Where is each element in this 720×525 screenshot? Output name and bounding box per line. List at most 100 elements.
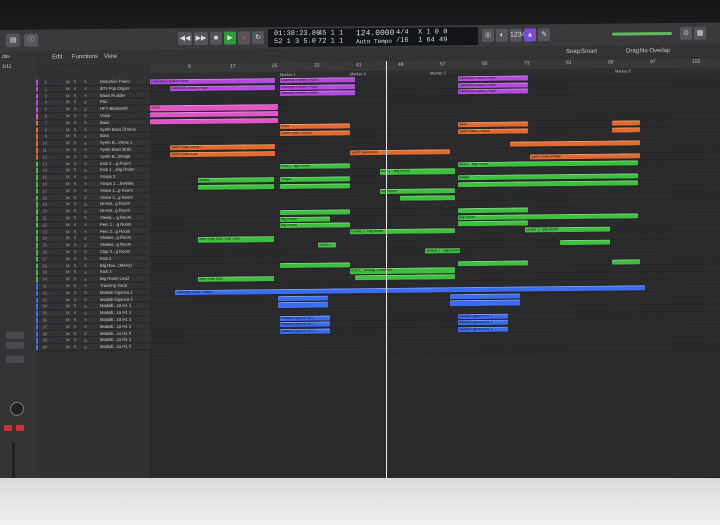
record-enable-icon[interactable] <box>84 155 87 159</box>
region[interactable]: Madalli Ogunca H1 1 <box>458 326 508 333</box>
region[interactable] <box>280 209 350 216</box>
record-enable-icon[interactable] <box>84 223 87 227</box>
mute-solo-buttons[interactable]: M S <box>66 188 78 194</box>
region[interactable]: Shkr Shkr Shkr <box>198 276 274 283</box>
record-enable-icon[interactable] <box>84 284 87 288</box>
mute-solo-buttons[interactable]: M S <box>66 181 78 187</box>
inspector-button-c[interactable] <box>6 355 24 363</box>
note-pad-button[interactable]: ✎ <box>538 28 550 42</box>
functions-menu[interactable]: Functions <box>72 54 98 60</box>
region[interactable] <box>278 295 328 302</box>
mute-solo-buttons[interactable]: M S <box>66 202 78 208</box>
record-enable-icon[interactable] <box>84 202 87 206</box>
region[interactable] <box>400 195 455 201</box>
record-enable-icon[interactable] <box>84 331 87 336</box>
stop-button[interactable]: ■ <box>210 31 222 45</box>
record-enable-icon[interactable] <box>84 311 87 315</box>
volume-fader[interactable] <box>12 441 15 482</box>
region[interactable] <box>612 120 640 126</box>
mute-solo-buttons[interactable]: M S <box>66 208 78 214</box>
record-enable-icon[interactable] <box>84 107 87 111</box>
mute-solo-buttons[interactable]: M S <box>66 344 78 350</box>
mute-solo-buttons[interactable]: M S <box>66 256 78 262</box>
region[interactable]: Shkr Shkr Shkr Shkr Shkr <box>198 236 274 243</box>
region[interactable]: Snare 2 <box>318 242 336 248</box>
record-enable-icon[interactable] <box>84 270 87 274</box>
mute-solo-buttons[interactable]: M S <box>66 317 78 323</box>
mute-solo-buttons[interactable]: M S <box>66 127 78 133</box>
record-enable-icon[interactable] <box>84 168 87 172</box>
region[interactable]: Hi-Hat 2 - Big Room <box>350 228 455 235</box>
record-enable-icon[interactable] <box>84 182 87 186</box>
play-button[interactable]: ▶ <box>224 31 236 45</box>
record-enable-icon[interactable] <box>84 230 87 234</box>
mute-solo-buttons[interactable]: M S <box>66 100 78 106</box>
mute-solo-buttons[interactable]: M S <box>66 310 78 316</box>
region[interactable] <box>458 207 528 214</box>
region[interactable]: Snaps <box>198 177 274 184</box>
record-enable-icon[interactable] <box>84 209 87 213</box>
mute-solo-buttons[interactable]: M S <box>66 168 78 174</box>
mute-solo-buttons[interactable]: M S <box>66 147 78 153</box>
mute-solo-buttons[interactable]: M S <box>66 154 78 160</box>
region[interactable] <box>612 259 640 265</box>
cycle-button[interactable]: ↻ <box>252 31 264 45</box>
region[interactable]: Madalli Ogunca H1 1 <box>280 328 330 335</box>
record-enable-icon[interactable] <box>84 87 87 91</box>
region[interactable]: Synth Bass BUB <box>170 150 275 158</box>
mute-solo-buttons[interactable]: M S <box>66 134 78 140</box>
record-enable-icon[interactable] <box>84 134 87 138</box>
mute-solo-buttons[interactable]: M S <box>66 222 78 228</box>
mute-solo-buttons[interactable]: M S <box>66 242 78 248</box>
region[interactable] <box>450 293 520 300</box>
metronome-button[interactable]: ▲ <box>524 28 536 42</box>
solo-button[interactable]: ◐ <box>496 28 508 42</box>
record-enable-icon[interactable] <box>84 162 87 166</box>
mute-solo-buttons[interactable]: M S <box>66 113 78 119</box>
region[interactable]: Snaps <box>280 176 350 183</box>
region[interactable]: Big Room <box>280 216 330 222</box>
region[interactable]: Kick 1 - Big Room <box>380 168 455 175</box>
lcd-display[interactable]: 01:38:23.86 52 1 3 5.0 45 1 1 72 1 1 124… <box>268 26 478 48</box>
region[interactable]: Synth Bass Chorus <box>280 130 350 137</box>
region[interactable]: Kick 1 - Big Room <box>280 163 350 170</box>
region[interactable]: Distorted Electric Piano <box>458 75 528 82</box>
region[interactable]: Kick 1 - Analog Crossfeed <box>350 267 455 274</box>
track-header[interactable]: 40 M S Madalli...ca H1 0 <box>36 343 150 352</box>
mute-solo-buttons[interactable]: M S <box>66 106 78 112</box>
record-enable-icon[interactable] <box>84 236 87 240</box>
record-enable-icon[interactable] <box>84 175 87 179</box>
view-menu[interactable]: View <box>104 54 117 60</box>
mute-solo-buttons[interactable]: M S <box>66 290 78 296</box>
mute-solo-buttons[interactable]: M S <box>66 86 78 92</box>
record-enable-icon[interactable] <box>84 243 87 247</box>
region[interactable]: Madalli Ogunca H1 1 <box>280 321 330 328</box>
mute-solo-buttons[interactable]: M S <box>66 174 78 180</box>
tuner-button[interactable]: ◎ <box>482 28 494 42</box>
region[interactable]: Synth Bass Chorus <box>458 128 528 135</box>
record-enable-icon[interactable] <box>84 257 87 261</box>
region[interactable]: Madalli Ogunca H1 1 <box>458 313 508 319</box>
record-enable-icon[interactable] <box>84 189 87 193</box>
mute-solo-buttons[interactable]: M S <box>66 283 78 289</box>
arrange-area[interactable]: 9 17 25 33 41 49 57 65 73 81 89 97 105 Marker 1 Marke… <box>150 57 720 484</box>
record-enable-icon[interactable] <box>84 304 87 308</box>
region[interactable] <box>612 127 640 133</box>
record-enable-icon[interactable] <box>84 128 87 132</box>
mute-solo-buttons[interactable]: M S <box>66 297 78 303</box>
mute-solo-buttons[interactable]: M S <box>66 161 78 167</box>
mute-solo-buttons[interactable]: M S <box>66 304 78 310</box>
mute-solo-buttons[interactable]: M S <box>66 229 78 235</box>
mute-solo-buttons[interactable]: M S <box>66 93 78 99</box>
record-enable-icon[interactable] <box>84 318 87 322</box>
mute-solo-buttons[interactable]: M S <box>66 331 78 337</box>
loop-browser-button[interactable]: ⊙ <box>680 26 692 40</box>
record-enable-icon[interactable] <box>84 338 87 342</box>
record-enable-icon[interactable] <box>84 264 87 268</box>
record-enable-icon[interactable] <box>84 216 87 220</box>
region[interactable]: Synth Bass BUB <box>350 148 450 156</box>
region[interactable]: Madalli Ogunca H1 1 <box>458 319 508 326</box>
rewind-button[interactable]: ◀◀ <box>178 31 192 46</box>
count-in-button[interactable]: 1234 <box>510 28 526 42</box>
mute-solo-buttons[interactable]: M S <box>66 195 78 201</box>
